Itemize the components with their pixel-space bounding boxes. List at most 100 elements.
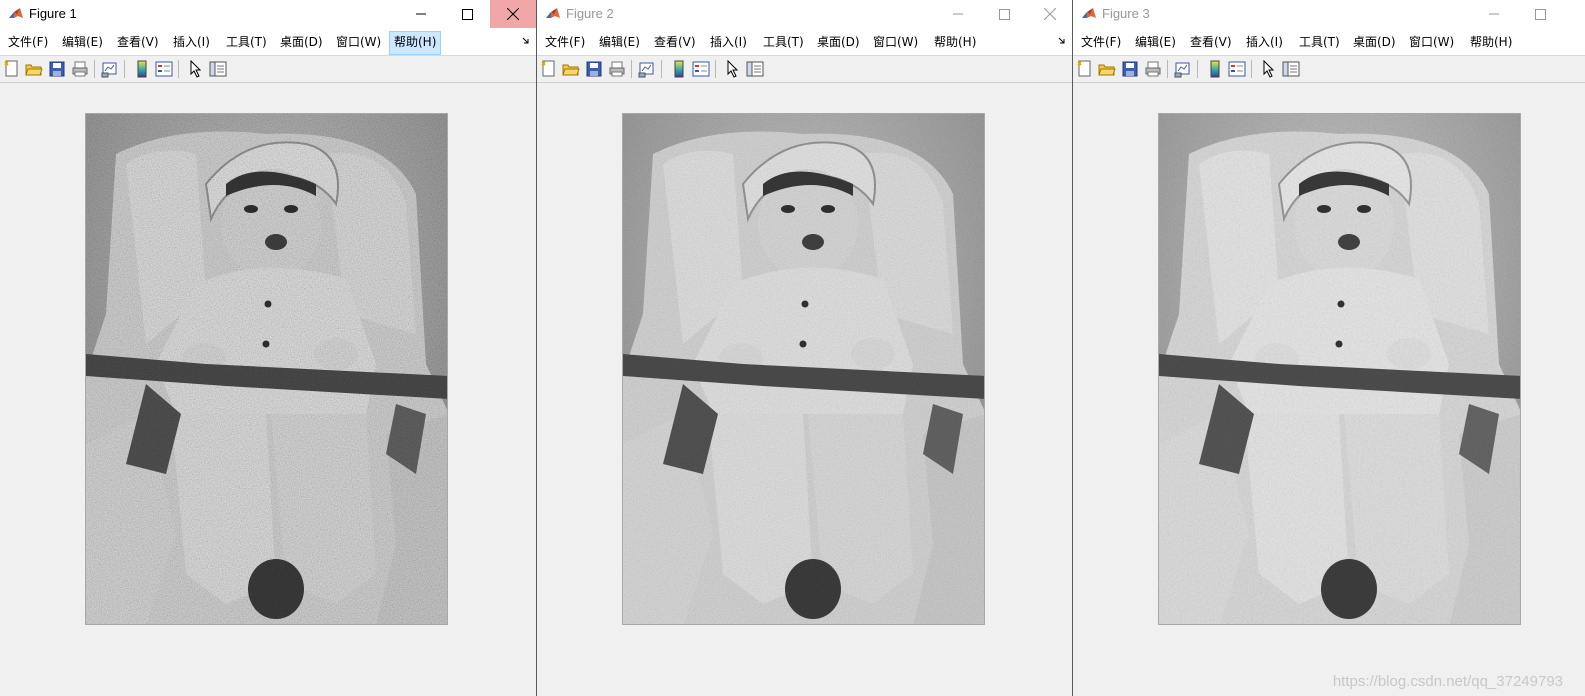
menu-file[interactable]: 文件(F): [541, 31, 589, 53]
property-inspector-icon: [1282, 61, 1300, 77]
legend-tool-button[interactable]: [1228, 60, 1246, 78]
window-title: Figure 1: [29, 6, 77, 21]
open-file-tool-button[interactable]: [25, 60, 43, 78]
title-bar[interactable]: Figure 1: [0, 0, 536, 28]
image-axes: [1158, 113, 1521, 625]
window-title: Figure 3: [1102, 6, 1150, 21]
menu-expand-icon[interactable]: [522, 37, 530, 45]
menu-view[interactable]: 查看(V): [113, 31, 163, 53]
figure-toolbar: [537, 56, 1072, 83]
legend-icon: [692, 61, 710, 77]
title-bar[interactable]: Figure 3: [1073, 0, 1585, 28]
property-inspector-tool-button[interactable]: [746, 60, 764, 78]
open-file-tool-button[interactable]: [562, 60, 580, 78]
new-figure-icon: [541, 60, 555, 77]
save-tool-button[interactable]: [1121, 60, 1139, 78]
new-figure-icon: [4, 60, 18, 77]
menu-edit[interactable]: 编辑(E): [595, 31, 644, 53]
toolbar-separator: [1167, 60, 1168, 78]
menu-desktop[interactable]: 桌面(D): [813, 31, 864, 53]
save-tool-button[interactable]: [585, 60, 603, 78]
open-file-icon: [562, 64, 580, 76]
colorbar-tool-button[interactable]: [133, 60, 151, 78]
property-inspector-tool-button[interactable]: [209, 60, 227, 78]
menu-insert[interactable]: 插入(I): [1242, 31, 1287, 53]
open-file-icon: [25, 64, 43, 76]
figure-window-2: Figure 2 文件(F) 编辑(E) 查看(V) 插入(I) 工具(T) 桌…: [536, 0, 1072, 696]
save-tool-button[interactable]: [48, 60, 66, 78]
new-figure-tool-button[interactable]: [540, 60, 558, 78]
print-icon: [1145, 61, 1161, 77]
menu-view[interactable]: 查看(V): [650, 31, 700, 53]
maximize-button[interactable]: [444, 0, 490, 28]
toolbar-separator: [178, 60, 179, 78]
menu-bar: 文件(F) 编辑(E) 查看(V) 插入(I) 工具(T) 桌面(D) 窗口(W…: [1073, 28, 1585, 56]
menu-file[interactable]: 文件(F): [1077, 31, 1125, 53]
menu-tools[interactable]: 工具(T): [222, 31, 271, 53]
link-plot-icon: [638, 62, 654, 78]
new-figure-tool-button[interactable]: [1076, 60, 1094, 78]
maximize-button[interactable]: [1517, 0, 1563, 28]
link-plot-tool-button[interactable]: [101, 60, 119, 78]
colorbar-icon: [137, 60, 147, 78]
print-tool-button[interactable]: [608, 60, 626, 78]
save-icon: [586, 61, 602, 77]
menu-insert[interactable]: 插入(I): [169, 31, 214, 53]
menu-window[interactable]: 窗口(W): [1405, 31, 1458, 53]
print-tool-button[interactable]: [71, 60, 89, 78]
link-plot-icon: [101, 62, 117, 78]
colorbar-icon: [1210, 60, 1220, 78]
maximize-button[interactable]: [981, 0, 1027, 28]
menu-desktop[interactable]: 桌面(D): [1349, 31, 1400, 53]
open-file-icon: [1098, 64, 1116, 76]
menu-insert[interactable]: 插入(I): [706, 31, 751, 53]
menu-expand-icon[interactable]: [1058, 37, 1066, 45]
toolbar-separator: [94, 60, 95, 78]
link-plot-tool-button[interactable]: [638, 60, 656, 78]
figure-window-3: Figure 3 文件(F) 编辑(E) 查看(V) 插入(I) 工具(T) 桌…: [1072, 0, 1585, 696]
close-button[interactable]: [1027, 0, 1072, 28]
menu-tools[interactable]: 工具(T): [1295, 31, 1344, 53]
menu-file[interactable]: 文件(F): [4, 31, 52, 53]
figure-toolbar: [1073, 56, 1585, 83]
pointer-tool-button[interactable]: [187, 60, 205, 78]
pointer-icon: [727, 60, 739, 78]
colorbar-tool-button[interactable]: [1206, 60, 1224, 78]
menu-help[interactable]: 帮助(H): [389, 31, 442, 55]
property-inspector-icon: [209, 61, 227, 77]
menu-desktop[interactable]: 桌面(D): [276, 31, 327, 53]
link-plot-tool-button[interactable]: [1174, 60, 1192, 78]
image-axes: [622, 113, 985, 625]
save-icon: [1122, 61, 1138, 77]
menu-window[interactable]: 窗口(W): [869, 31, 922, 53]
menu-bar: 文件(F) 编辑(E) 查看(V) 插入(I) 工具(T) 桌面(D) 窗口(W…: [537, 28, 1072, 56]
baby-photo-heavy-noise: [86, 114, 447, 624]
menu-tools[interactable]: 工具(T): [759, 31, 808, 53]
baby-photo-filtered: [1159, 114, 1520, 624]
menu-help[interactable]: 帮助(H): [930, 31, 980, 53]
minimize-button[interactable]: [935, 0, 981, 28]
pointer-tool-button[interactable]: [1260, 60, 1278, 78]
toolbar-separator: [1197, 60, 1198, 78]
menu-edit[interactable]: 编辑(E): [58, 31, 107, 53]
print-icon: [72, 61, 88, 77]
menu-help[interactable]: 帮助(H): [1466, 31, 1516, 53]
minimize-button[interactable]: [398, 0, 444, 28]
legend-tool-button[interactable]: [692, 60, 710, 78]
menu-view[interactable]: 查看(V): [1186, 31, 1236, 53]
property-inspector-icon: [746, 61, 764, 77]
legend-tool-button[interactable]: [155, 60, 173, 78]
colorbar-tool-button[interactable]: [670, 60, 688, 78]
close-icon: [507, 8, 519, 20]
new-figure-tool-button[interactable]: [3, 60, 21, 78]
menu-window[interactable]: 窗口(W): [332, 31, 385, 53]
title-bar[interactable]: Figure 2: [537, 0, 1072, 28]
open-file-tool-button[interactable]: [1098, 60, 1116, 78]
minimize-button[interactable]: [1471, 0, 1517, 28]
pointer-tool-button[interactable]: [724, 60, 742, 78]
property-inspector-tool-button[interactable]: [1282, 60, 1300, 78]
print-tool-button[interactable]: [1144, 60, 1162, 78]
close-button[interactable]: [490, 0, 536, 28]
menu-edit[interactable]: 编辑(E): [1131, 31, 1180, 53]
pointer-icon: [1263, 60, 1275, 78]
